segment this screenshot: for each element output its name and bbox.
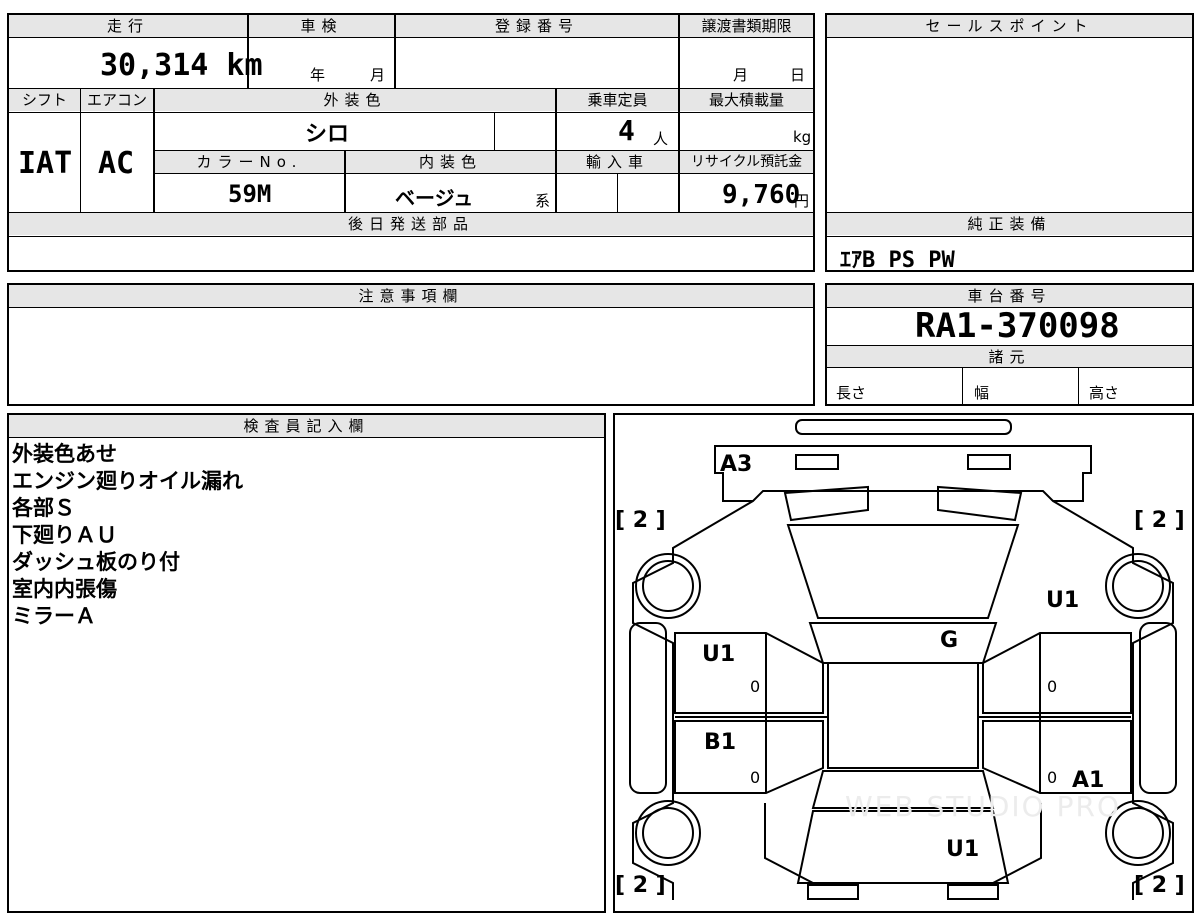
- hood-grade: U1: [1046, 588, 1080, 613]
- shift-value: IAT: [18, 146, 73, 181]
- note-line: エンジン廻りオイル漏れ: [12, 469, 243, 493]
- inspector-notes-list: 外装色あせ エンジン廻りオイル漏れ 各部Ｓ 下廻りＡＵ ダッシュ板のり付 室内内…: [12, 441, 243, 630]
- note-line: 室内内張傷: [12, 577, 117, 601]
- mileage-value: 30,314 km: [100, 48, 263, 83]
- transfer-deadline-header: 譲渡書類期限: [680, 15, 813, 37]
- inspector-header: 検査員記入欄: [9, 415, 604, 437]
- transfer-month: 月: [733, 66, 749, 84]
- capacity-value: 4: [618, 114, 635, 147]
- tire-right-rear-label: [ 2 ]: [1134, 873, 1185, 898]
- interior-color-value: ベージュ: [395, 186, 474, 210]
- aircon-header: エアコン: [81, 89, 153, 111]
- capacity-header: 乗車定員: [557, 89, 678, 111]
- specs-header: 諸元: [827, 346, 1192, 367]
- tire-left-rear-label: [ 2 ]: [615, 873, 666, 898]
- genuine-equipment-value: ｴｱB PS PW: [840, 248, 955, 273]
- aircon-value: AC: [98, 146, 135, 181]
- zero-marker: 0: [750, 677, 761, 696]
- exterior-color-header: 外装色: [155, 89, 555, 111]
- inspection-year: 年: [310, 66, 326, 84]
- recycle-fee-value: 9,760: [722, 180, 801, 210]
- tire-right-front-label: [ 2 ]: [1134, 508, 1185, 533]
- car-outline-diagram: [629, 419, 1177, 900]
- zero-marker: 0: [750, 768, 761, 787]
- chassis-no-header: 車台番号: [827, 285, 1192, 307]
- interior-color-header: 内装色: [346, 151, 555, 173]
- left-rear-door-grade: B1: [704, 730, 737, 755]
- import-header: 輸入車: [557, 151, 678, 173]
- length-label: 長さ: [836, 384, 867, 402]
- zero-marker: 0: [1047, 768, 1058, 787]
- note-line: 各部Ｓ: [12, 496, 75, 520]
- caution-header: 注意事項欄: [9, 285, 813, 307]
- sales-point-header: セールスポイント: [827, 15, 1192, 37]
- exterior-color-value: シロ: [305, 122, 350, 147]
- width-label: 幅: [974, 384, 990, 402]
- inspection-header: 車検: [249, 15, 394, 37]
- tire-left-front-label: [ 2 ]: [615, 508, 666, 533]
- capacity-unit: 人: [653, 130, 669, 148]
- genuine-equipment-header: 純正装備: [827, 213, 1192, 235]
- interior-suffix: 系: [535, 192, 551, 210]
- max-load-header: 最大積載量: [680, 89, 813, 111]
- max-load-unit: kg: [793, 128, 812, 146]
- left-front-door-grade: U1: [702, 642, 736, 667]
- front-bumper-grade: A3: [720, 452, 753, 477]
- note-line: 下廻りＡＵ: [12, 523, 117, 547]
- watermark: WEB STUDIO PRO: [845, 790, 1121, 823]
- rear-grade: U1: [946, 837, 980, 862]
- shift-header: シフト: [9, 89, 80, 111]
- later-parts-header: 後日発送部品: [9, 213, 813, 235]
- transfer-day: 日: [790, 66, 806, 84]
- zero-marker: 0: [1047, 677, 1058, 696]
- inspection-month: 月: [370, 66, 386, 84]
- color-no-header: カラーNo.: [155, 151, 344, 173]
- chassis-no-value: RA1-370098: [915, 306, 1120, 346]
- mileage-header: 走行: [9, 15, 247, 37]
- height-label: 高さ: [1089, 384, 1120, 402]
- note-line: ダッシュ板のり付: [12, 550, 180, 574]
- color-no-value: 59M: [228, 180, 272, 208]
- note-line: 外装色あせ: [12, 442, 117, 466]
- recycle-fee-header: リサイクル預託金: [680, 151, 813, 173]
- roof-grade: G: [940, 628, 959, 653]
- note-line: ミラーＡ: [12, 604, 96, 628]
- registration-header: 登録番号: [396, 15, 678, 37]
- recycle-fee-unit: 円: [794, 192, 810, 210]
